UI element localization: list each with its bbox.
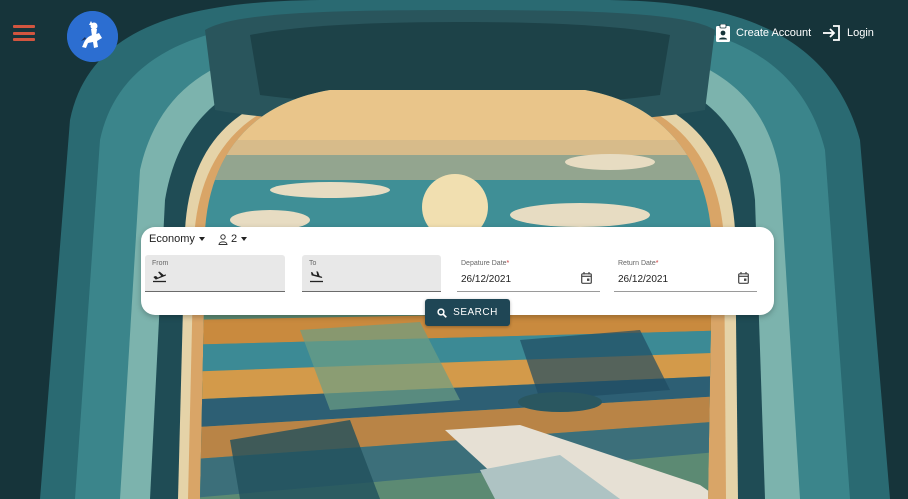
return-date-value: 26/12/2021 <box>618 274 669 285</box>
departure-date-label: Depature Date* <box>461 260 510 267</box>
flight-takeoff-icon <box>153 271 166 283</box>
cabin-class-select[interactable]: Economy <box>149 232 205 246</box>
login-label: Login <box>847 27 874 39</box>
departure-date-value: 26/12/2021 <box>461 274 512 285</box>
passenger-count-select[interactable]: 2 <box>218 232 248 246</box>
menu-icon[interactable] <box>13 25 35 41</box>
search-icon <box>437 307 448 318</box>
return-date-label: Return Date* <box>618 260 659 267</box>
calendar-icon[interactable] <box>581 272 592 284</box>
create-account-button[interactable]: Create Account <box>715 22 811 44</box>
calendar-icon[interactable] <box>738 272 749 284</box>
caret-down-icon <box>241 237 248 241</box>
search-button[interactable]: SEARCH <box>425 299 510 326</box>
to-label: To <box>309 260 317 267</box>
flight-land-icon <box>310 271 323 283</box>
search-label: SEARCH <box>453 307 498 318</box>
flight-search-card: Economy 2 From To Depature Date* 26/12/2… <box>141 227 774 326</box>
return-date-field[interactable]: Return Date* 26/12/2021 <box>614 255 757 292</box>
cabin-class-value: Economy <box>149 233 195 245</box>
clipboard-account-icon <box>716 24 730 42</box>
caret-down-icon <box>198 237 205 241</box>
departure-date-field[interactable]: Depature Date* 26/12/2021 <box>457 255 600 292</box>
to-field[interactable]: To <box>302 255 441 292</box>
person-outline-icon <box>218 233 228 245</box>
rider-logo-icon[interactable] <box>67 11 118 62</box>
create-account-label: Create Account <box>736 27 812 39</box>
page: Create Account Login Economy 2 From To D… <box>0 0 908 499</box>
login-button[interactable]: Login <box>822 22 874 44</box>
from-field[interactable]: From <box>145 255 285 292</box>
passenger-count-value: 2 <box>231 233 238 245</box>
login-icon <box>823 25 840 41</box>
from-label: From <box>152 260 169 267</box>
top-navigation-bar: Create Account Login <box>0 0 908 70</box>
